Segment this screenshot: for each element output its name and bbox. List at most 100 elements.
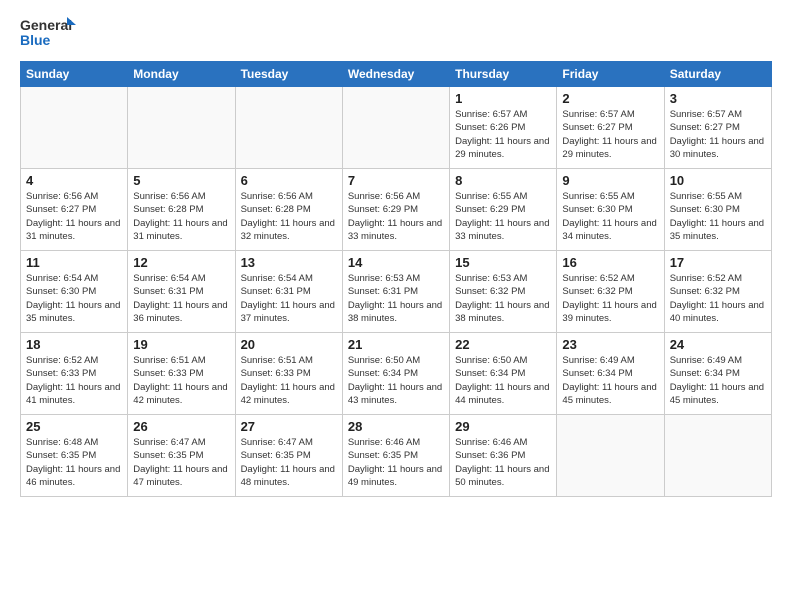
day-number: 12	[133, 255, 229, 270]
day-number: 8	[455, 173, 551, 188]
calendar-day-cell: 5 Sunrise: 6:56 AM Sunset: 6:28 PM Daylig…	[128, 169, 235, 251]
day-info: Sunrise: 6:47 AM Sunset: 6:35 PM Dayligh…	[241, 436, 337, 489]
day-info: Sunrise: 6:54 AM Sunset: 6:30 PM Dayligh…	[26, 272, 122, 325]
calendar-day-cell: 7Sunrise: 6:56 AM Sunset: 6:29 PM Daylig…	[342, 169, 449, 251]
calendar-week-row: 25 Sunrise: 6:48 AM Sunset: 6:35 PM Dayli…	[21, 415, 772, 497]
day-number: 14	[348, 255, 444, 270]
calendar-header-cell: Wednesday	[342, 62, 449, 87]
day-info: Sunrise: 6:52 AM Sunset: 6:33 PM Dayligh…	[26, 354, 122, 407]
day-number: 25	[26, 419, 122, 434]
calendar-day-cell	[128, 87, 235, 169]
day-info: Sunrise: 6:56 AM Sunset: 6:29 PM Dayligh…	[348, 190, 444, 243]
calendar-day-cell: 16 Sunrise: 6:52 AM Sunset: 6:32 PM Dayli…	[557, 251, 664, 333]
day-info: Sunrise: 6:52 AM Sunset: 6:32 PM Dayligh…	[670, 272, 766, 325]
day-number: 5	[133, 173, 229, 188]
calendar-header-cell: Monday	[128, 62, 235, 87]
calendar-week-row: 11 Sunrise: 6:54 AM Sunset: 6:30 PM Dayli…	[21, 251, 772, 333]
day-number: 18	[26, 337, 122, 352]
day-number: 22	[455, 337, 551, 352]
day-number: 21	[348, 337, 444, 352]
day-number: 1	[455, 91, 551, 106]
day-number: 4	[26, 173, 122, 188]
day-number: 3	[670, 91, 766, 106]
day-info: Sunrise: 6:46 AM Sunset: 6:35 PM Dayligh…	[348, 436, 444, 489]
day-info: Sunrise: 6:55 AM Sunset: 6:29 PM Dayligh…	[455, 190, 551, 243]
day-info: Sunrise: 6:57 AM Sunset: 6:26 PM Dayligh…	[455, 108, 551, 161]
calendar-day-cell: 28 Sunrise: 6:46 AM Sunset: 6:35 PM Dayli…	[342, 415, 449, 497]
calendar-week-row: 1 Sunrise: 6:57 AM Sunset: 6:26 PM Daylig…	[21, 87, 772, 169]
calendar-day-cell: 17Sunrise: 6:52 AM Sunset: 6:32 PM Dayli…	[664, 251, 771, 333]
day-number: 6	[241, 173, 337, 188]
day-info: Sunrise: 6:52 AM Sunset: 6:32 PM Dayligh…	[562, 272, 658, 325]
calendar-day-cell	[342, 87, 449, 169]
calendar-day-cell: 18 Sunrise: 6:52 AM Sunset: 6:33 PM Dayli…	[21, 333, 128, 415]
calendar-day-cell: 10 Sunrise: 6:55 AM Sunset: 6:30 PM Dayli…	[664, 169, 771, 251]
calendar-page: GeneralBlue SundayMondayTuesdayWednesday…	[0, 0, 792, 612]
day-info: Sunrise: 6:56 AM Sunset: 6:28 PM Dayligh…	[241, 190, 337, 243]
day-info: Sunrise: 6:57 AM Sunset: 6:27 PM Dayligh…	[670, 108, 766, 161]
day-number: 28	[348, 419, 444, 434]
day-number: 26	[133, 419, 229, 434]
calendar-day-cell: 26 Sunrise: 6:47 AM Sunset: 6:35 PM Dayli…	[128, 415, 235, 497]
calendar-day-cell	[664, 415, 771, 497]
calendar-day-cell: 11 Sunrise: 6:54 AM Sunset: 6:30 PM Dayli…	[21, 251, 128, 333]
day-info: Sunrise: 6:54 AM Sunset: 6:31 PM Dayligh…	[133, 272, 229, 325]
day-info: Sunrise: 6:50 AM Sunset: 6:34 PM Dayligh…	[455, 354, 551, 407]
day-info: Sunrise: 6:49 AM Sunset: 6:34 PM Dayligh…	[670, 354, 766, 407]
day-info: Sunrise: 6:56 AM Sunset: 6:27 PM Dayligh…	[26, 190, 122, 243]
calendar-week-row: 18 Sunrise: 6:52 AM Sunset: 6:33 PM Dayli…	[21, 333, 772, 415]
calendar-header-cell: Saturday	[664, 62, 771, 87]
day-number: 10	[670, 173, 766, 188]
calendar-header-cell: Tuesday	[235, 62, 342, 87]
day-info: Sunrise: 6:55 AM Sunset: 6:30 PM Dayligh…	[670, 190, 766, 243]
logo-svg: GeneralBlue	[20, 15, 80, 51]
calendar-day-cell: 22 Sunrise: 6:50 AM Sunset: 6:34 PM Dayli…	[450, 333, 557, 415]
svg-text:General: General	[20, 17, 72, 33]
day-info: Sunrise: 6:48 AM Sunset: 6:35 PM Dayligh…	[26, 436, 122, 489]
day-number: 9	[562, 173, 658, 188]
calendar-day-cell: 25 Sunrise: 6:48 AM Sunset: 6:35 PM Dayli…	[21, 415, 128, 497]
calendar-day-cell: 2 Sunrise: 6:57 AM Sunset: 6:27 PM Daylig…	[557, 87, 664, 169]
calendar-day-cell	[557, 415, 664, 497]
logo: GeneralBlue	[20, 15, 80, 51]
calendar-table: SundayMondayTuesdayWednesdayThursdayFrid…	[20, 61, 772, 497]
calendar-day-cell	[21, 87, 128, 169]
day-info: Sunrise: 6:49 AM Sunset: 6:34 PM Dayligh…	[562, 354, 658, 407]
calendar-day-cell: 13Sunrise: 6:54 AM Sunset: 6:31 PM Dayli…	[235, 251, 342, 333]
calendar-day-cell: 14 Sunrise: 6:53 AM Sunset: 6:31 PM Dayli…	[342, 251, 449, 333]
calendar-day-cell: 24 Sunrise: 6:49 AM Sunset: 6:34 PM Dayli…	[664, 333, 771, 415]
day-number: 24	[670, 337, 766, 352]
calendar-day-cell	[235, 87, 342, 169]
calendar-header-cell: Sunday	[21, 62, 128, 87]
day-info: Sunrise: 6:54 AM Sunset: 6:31 PM Dayligh…	[241, 272, 337, 325]
calendar-day-cell: 20 Sunrise: 6:51 AM Sunset: 6:33 PM Dayli…	[235, 333, 342, 415]
day-info: Sunrise: 6:55 AM Sunset: 6:30 PM Dayligh…	[562, 190, 658, 243]
day-info: Sunrise: 6:51 AM Sunset: 6:33 PM Dayligh…	[133, 354, 229, 407]
svg-text:Blue: Blue	[20, 32, 51, 48]
calendar-day-cell: 27 Sunrise: 6:47 AM Sunset: 6:35 PM Dayli…	[235, 415, 342, 497]
day-info: Sunrise: 6:57 AM Sunset: 6:27 PM Dayligh…	[562, 108, 658, 161]
calendar-header-cell: Friday	[557, 62, 664, 87]
calendar-day-cell: 23 Sunrise: 6:49 AM Sunset: 6:34 PM Dayli…	[557, 333, 664, 415]
day-info: Sunrise: 6:56 AM Sunset: 6:28 PM Dayligh…	[133, 190, 229, 243]
calendar-week-row: 4 Sunrise: 6:56 AM Sunset: 6:27 PM Daylig…	[21, 169, 772, 251]
calendar-day-cell: 29Sunrise: 6:46 AM Sunset: 6:36 PM Dayli…	[450, 415, 557, 497]
day-info: Sunrise: 6:51 AM Sunset: 6:33 PM Dayligh…	[241, 354, 337, 407]
calendar-day-cell: 8 Sunrise: 6:55 AM Sunset: 6:29 PM Daylig…	[450, 169, 557, 251]
day-number: 16	[562, 255, 658, 270]
calendar-day-cell: 12 Sunrise: 6:54 AM Sunset: 6:31 PM Dayli…	[128, 251, 235, 333]
calendar-day-cell: 15Sunrise: 6:53 AM Sunset: 6:32 PM Dayli…	[450, 251, 557, 333]
day-info: Sunrise: 6:50 AM Sunset: 6:34 PM Dayligh…	[348, 354, 444, 407]
day-info: Sunrise: 6:53 AM Sunset: 6:31 PM Dayligh…	[348, 272, 444, 325]
calendar-day-cell: 19Sunrise: 6:51 AM Sunset: 6:33 PM Dayli…	[128, 333, 235, 415]
day-number: 20	[241, 337, 337, 352]
calendar-day-cell: 21 Sunrise: 6:50 AM Sunset: 6:34 PM Dayli…	[342, 333, 449, 415]
day-number: 27	[241, 419, 337, 434]
day-number: 2	[562, 91, 658, 106]
calendar-header-cell: Thursday	[450, 62, 557, 87]
day-info: Sunrise: 6:47 AM Sunset: 6:35 PM Dayligh…	[133, 436, 229, 489]
day-number: 11	[26, 255, 122, 270]
calendar-day-cell: 4 Sunrise: 6:56 AM Sunset: 6:27 PM Daylig…	[21, 169, 128, 251]
day-number: 23	[562, 337, 658, 352]
calendar-header-row: SundayMondayTuesdayWednesdayThursdayFrid…	[21, 62, 772, 87]
